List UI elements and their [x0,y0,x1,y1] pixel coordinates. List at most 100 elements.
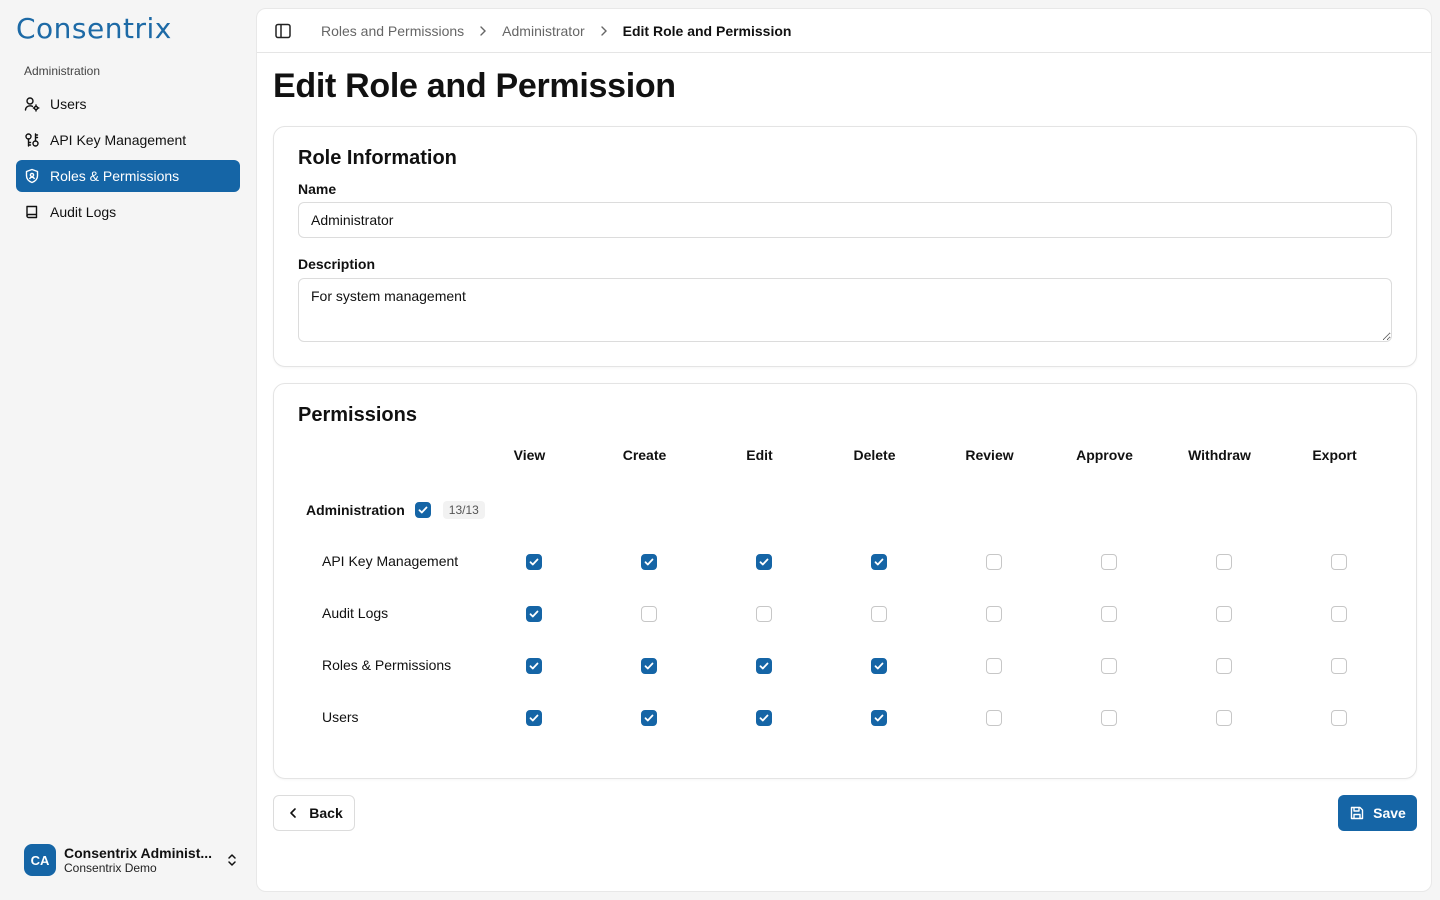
permission-checkbox-review[interactable] [986,658,1002,674]
permission-checkbox-create[interactable] [641,710,657,726]
check-icon [529,558,539,566]
sidebar-item-roles-permissions[interactable]: Roles & Permissions [16,160,240,192]
permission-checkbox-create[interactable] [641,554,657,570]
column-header-view: View [513,447,546,463]
check-icon [529,714,539,722]
sidebar-item-label: Users [50,96,87,112]
permission-checkbox-edit[interactable] [756,710,772,726]
sidebar-toggle-icon[interactable] [273,21,293,41]
check-icon [759,558,769,566]
permission-checkbox-delete[interactable] [871,710,887,726]
name-label: Name [298,181,337,197]
permission-checkbox-delete[interactable] [871,658,887,674]
page-title: Edit Role and Permission [273,67,676,105]
check-icon [644,714,654,722]
permission-checkbox-delete[interactable] [871,606,887,622]
breadcrumb-roles-and-permissions[interactable]: Roles and Permissions [321,23,464,39]
permission-checkbox-approve[interactable] [1101,554,1117,570]
permission-checkbox-review[interactable] [986,554,1002,570]
permission-checkbox-export[interactable] [1331,710,1347,726]
sidebar: Consentrix Administration Users API Key … [0,0,256,900]
check-icon [874,714,884,722]
user-org: Consentrix Demo [64,861,157,875]
sidebar-item-label: API Key Management [50,132,187,148]
permission-checkbox-view[interactable] [526,710,542,726]
column-header-review: Review [965,447,1014,463]
topbar: Roles and Permissions Administrator Edit… [257,9,1431,53]
check-icon [529,662,539,670]
main-panel: Roles and Permissions Administrator Edit… [256,8,1432,892]
user-cog-icon [24,97,40,112]
permissions-title: Permissions [298,404,417,426]
check-icon [874,558,884,566]
permission-checkbox-edit[interactable] [756,606,772,622]
permission-checkbox-withdraw[interactable] [1216,710,1232,726]
back-button-label: Back [309,805,343,821]
save-button[interactable]: Save [1338,795,1417,831]
check-icon [644,662,654,670]
permission-checkbox-withdraw[interactable] [1216,658,1232,674]
permission-row-label: Users [322,709,359,725]
sidebar-item-audit-logs[interactable]: Audit Logs [16,196,240,228]
chevron-left-icon [290,808,297,818]
permission-checkbox-approve[interactable] [1101,606,1117,622]
column-header-withdraw: Withdraw [1188,447,1251,463]
column-header-approve: Approve [1076,447,1133,463]
permission-checkbox-delete[interactable] [871,554,887,570]
sidebar-item-label: Roles & Permissions [50,168,180,184]
permission-checkbox-view[interactable] [526,658,542,674]
permission-row-label: API Key Management [322,553,459,569]
save-button-label: Save [1373,805,1406,821]
user-info: Consentrix Administ... Consentrix Demo [64,845,216,875]
chevron-right-icon [480,25,487,36]
permission-checkbox-export[interactable] [1331,658,1347,674]
permission-checkbox-create[interactable] [641,658,657,674]
permission-checkbox-review[interactable] [986,606,1002,622]
group-label: Administration [306,502,405,518]
user-menu[interactable]: CA Consentrix Administ... Consentrix Dem… [24,842,240,878]
save-icon [1350,806,1364,820]
column-header-edit: Edit [746,447,773,463]
check-icon [529,610,539,618]
permission-row-label: Audit Logs [322,605,389,621]
check-icon [874,662,884,670]
chevron-right-icon [600,25,607,36]
description-textarea[interactable]: For system management [298,278,1392,342]
description-label: Description [298,256,376,272]
name-input[interactable] [298,202,1392,238]
permission-checkbox-review[interactable] [986,710,1002,726]
permission-group-administration: Administration 13/13 [306,501,485,519]
book-icon [26,205,38,219]
permission-checkbox-approve[interactable] [1101,658,1117,674]
permission-checkbox-export[interactable] [1331,554,1347,570]
group-count-badge: 13/13 [442,501,485,519]
breadcrumb-administrator[interactable]: Administrator [502,23,584,39]
avatar: CA [24,844,56,876]
back-button[interactable]: Back [273,795,355,831]
check-icon [759,662,769,670]
group-checkbox[interactable] [414,502,431,518]
permission-checkbox-export[interactable] [1331,606,1347,622]
shield-icon [25,168,39,184]
check-icon [418,506,428,514]
check-icon [759,714,769,722]
sidebar-nav: Users API Key Management Roles & Permiss… [16,88,240,232]
permission-checkbox-view[interactable] [526,554,542,570]
role-information-title: Role Information [298,147,457,169]
column-header-export: Export [1312,447,1357,463]
permission-checkbox-withdraw[interactable] [1216,554,1232,570]
permission-checkbox-view[interactable] [526,606,542,622]
permission-checkbox-edit[interactable] [756,658,772,674]
breadcrumb-current: Edit Role and Permission [622,22,792,39]
logo[interactable]: Consentrix [16,11,172,45]
breadcrumb: Roles and Permissions Administrator Edit… [321,23,791,39]
permission-row-label: Roles & Permissions [322,657,452,673]
sidebar-item-api-key-management[interactable]: API Key Management [16,124,240,156]
permission-checkbox-approve[interactable] [1101,710,1117,726]
logo-text: Consentrix [16,11,172,45]
permission-checkbox-edit[interactable] [756,554,772,570]
permission-checkbox-withdraw[interactable] [1216,606,1232,622]
permission-checkbox-create[interactable] [641,606,657,622]
sidebar-item-users[interactable]: Users [16,88,240,120]
user-name: Consentrix Administ... [64,845,213,861]
